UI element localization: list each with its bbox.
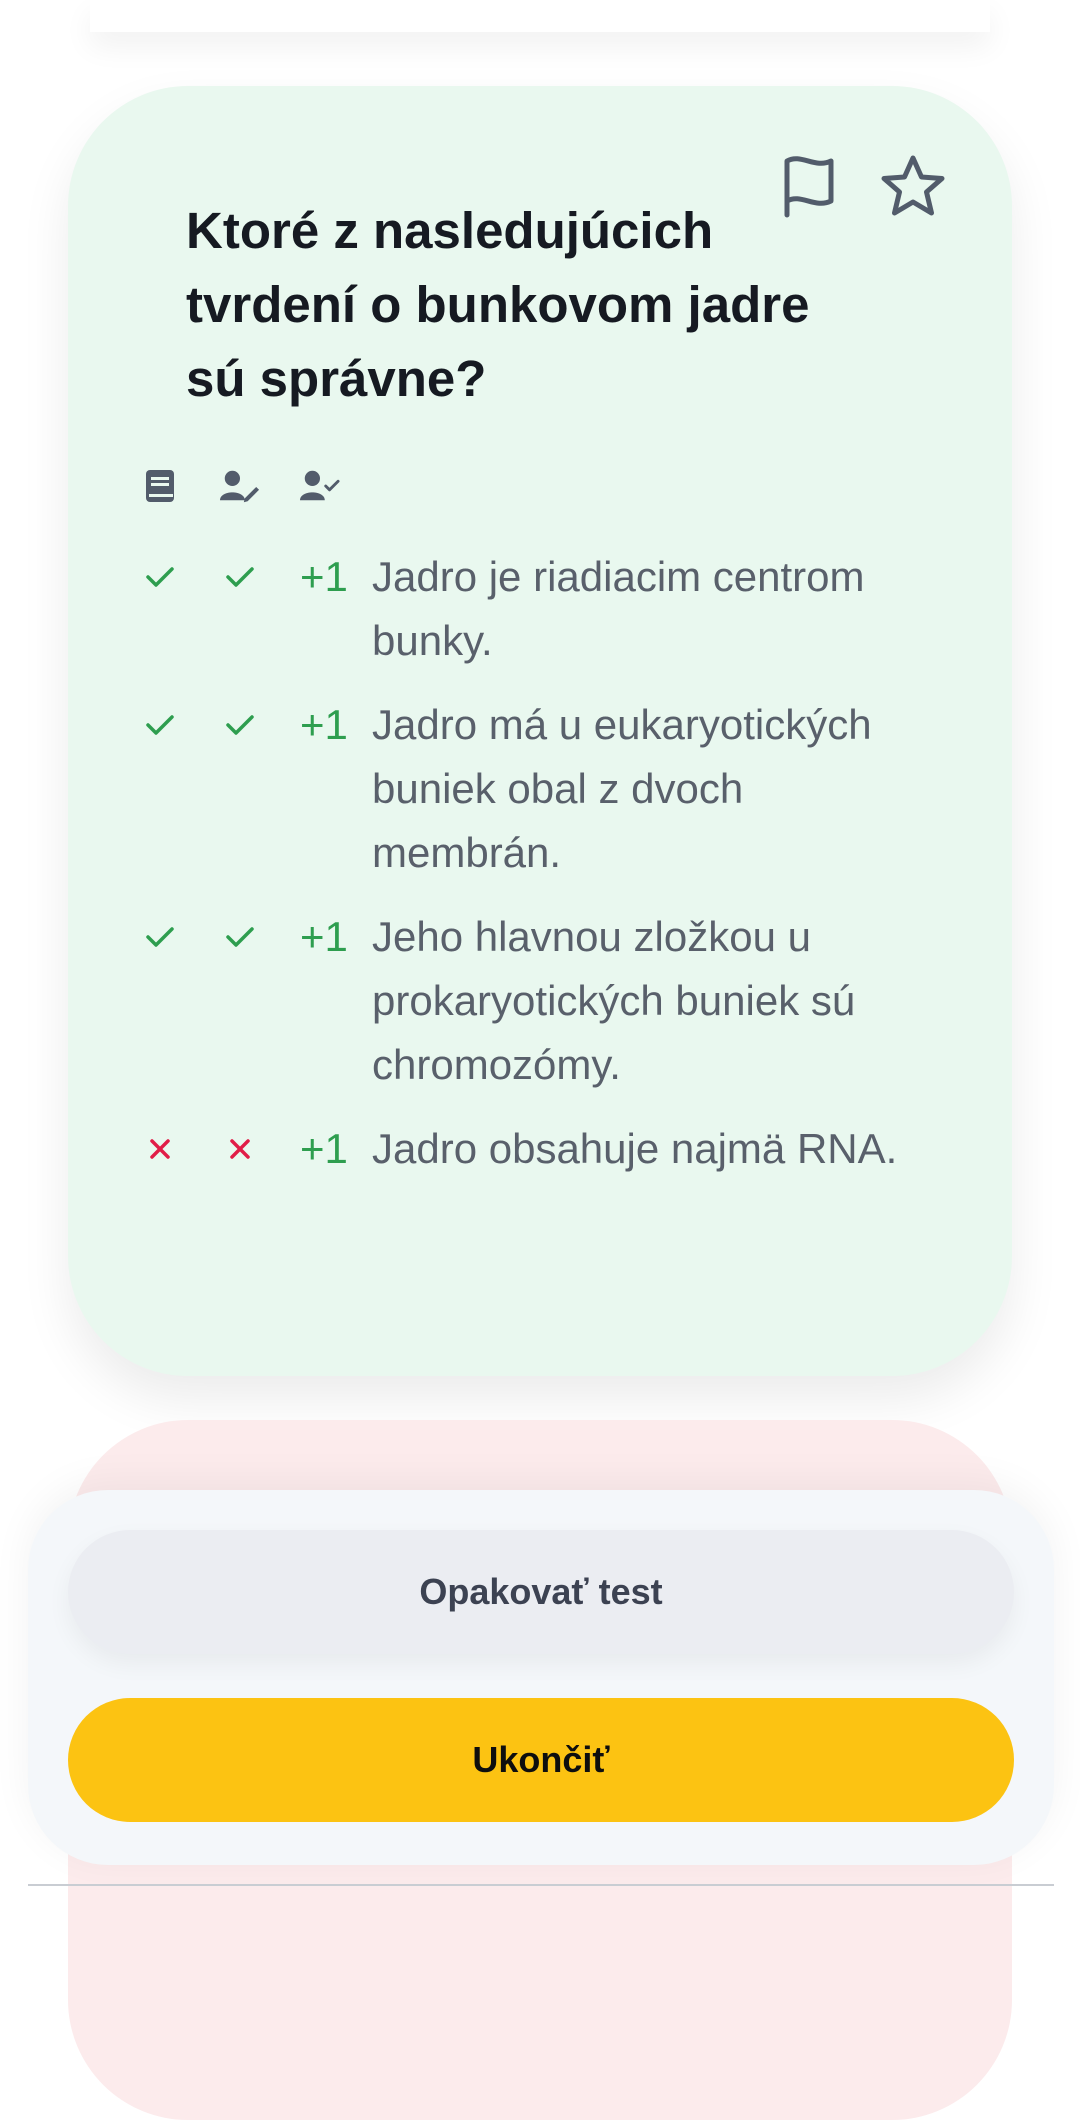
answer-points: +1 — [300, 913, 348, 960]
divider — [28, 1884, 1054, 1886]
bottom-action-panel: Opakovať test Ukončiť — [28, 1490, 1054, 1865]
answer-text: Jadro má u eukaryotických buniek obal z … — [372, 701, 872, 876]
question-text: Ktoré z nasledujúcich tvrdení o bunkovom… — [186, 202, 810, 407]
column-header-icons — [140, 466, 340, 506]
star-icon[interactable] — [878, 152, 948, 222]
answer-row: +1 Jadro obsahuje najmä RNA. — [140, 1117, 920, 1181]
finish-button[interactable]: Ukončiť — [68, 1698, 1014, 1822]
correct-check-icon — [140, 693, 180, 757]
user-check-icon — [300, 466, 340, 506]
repeat-test-button[interactable]: Opakovať test — [68, 1530, 1014, 1654]
correct-check-icon — [140, 905, 180, 969]
user-check-icon — [220, 905, 260, 969]
answer-points: +1 — [300, 701, 348, 748]
answer-row: +1 Jeho hlavnou zložkou u prokaryotickýc… — [140, 905, 920, 1097]
answer-points: +1 — [300, 553, 348, 600]
answer-text: Jadro je riadiacim centrom bunky. — [372, 553, 865, 664]
user-check-icon — [220, 545, 260, 609]
correct-cross-icon — [140, 1117, 180, 1181]
user-edit-icon — [220, 466, 260, 506]
correct-check-icon — [140, 545, 180, 609]
user-cross-icon — [220, 1117, 260, 1181]
user-check-icon — [220, 693, 260, 757]
answer-row: +1 Jadro má u eukaryotických buniek obal… — [140, 693, 920, 885]
answer-text: Jeho hlavnou zložkou u prokaryotických b… — [372, 913, 856, 1088]
book-icon — [140, 466, 180, 506]
answer-points: +1 — [300, 1125, 348, 1172]
answer-text: Jadro obsahuje najmä RNA. — [372, 1125, 898, 1172]
top-header-strip — [90, 0, 990, 32]
answer-row: +1 Jadro je riadiacim centrom bunky. — [140, 545, 920, 673]
answer-list: +1 Jadro je riadiacim centrom bunky. +1 … — [140, 545, 920, 1201]
